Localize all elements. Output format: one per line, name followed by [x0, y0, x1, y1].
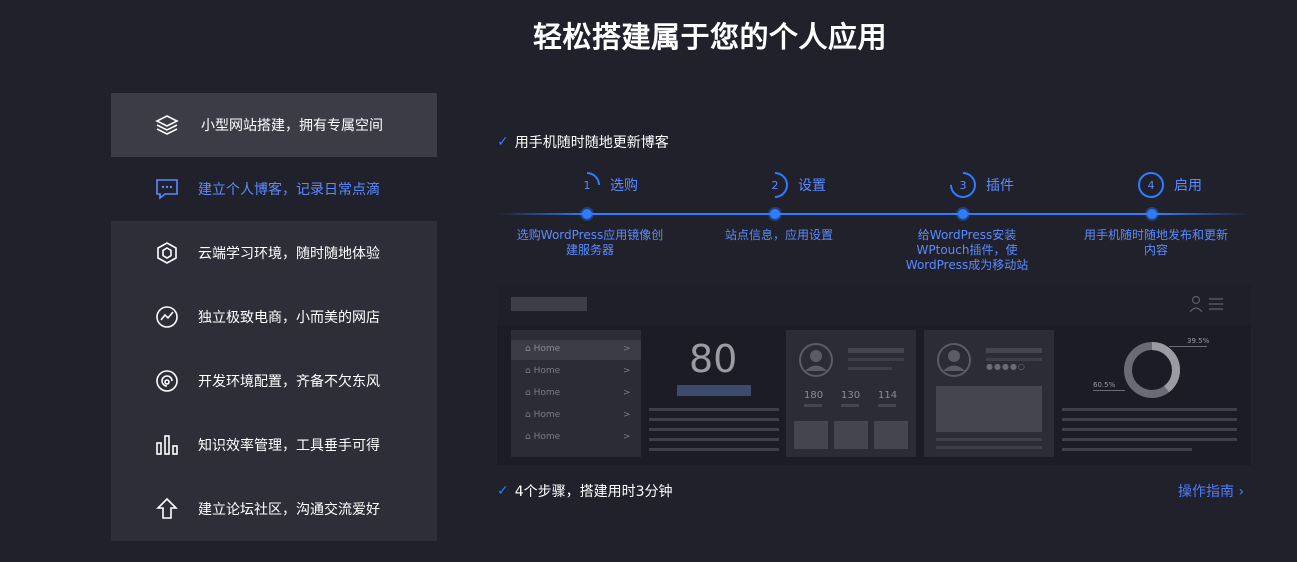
- mock-stat: 130: [841, 390, 861, 401]
- menu-item-label: 云端学习环境，随时随地体验: [198, 246, 380, 262]
- step-label: 选购: [610, 178, 638, 194]
- mock-title-bar: [511, 297, 587, 311]
- user-menu-icon: [1189, 295, 1223, 313]
- avatar-icon: [937, 343, 971, 377]
- menu-item-blog[interactable]: 建立个人博客，记录日常点滴: [111, 157, 437, 221]
- step-label: 插件: [986, 178, 1014, 194]
- menu-item-label: 独立极致电商，小而美的网店: [198, 310, 380, 326]
- chevron-right-icon: >: [623, 410, 631, 420]
- mock-percent-label: 60.5%: [1093, 381, 1116, 389]
- menu-item-small-website[interactable]: 小型网站搭建，拥有专属空间: [111, 93, 437, 157]
- page-title: 轻松搭建属于您的个人应用: [532, 20, 887, 54]
- mock-profile-card: ●●●●○: [924, 330, 1054, 457]
- mock-profile-card: 180 130 114: [786, 330, 916, 457]
- timeline-line: [497, 213, 1249, 215]
- chevron-right-icon: >: [623, 388, 631, 398]
- mock-stat: 114: [878, 390, 898, 401]
- step-1: 1 选购: [568, 166, 638, 204]
- mock-big-number: 80: [689, 337, 738, 381]
- menu-item-ecommerce[interactable]: 独立极致电商，小而美的网店: [111, 285, 437, 349]
- timeline-dot: [582, 209, 592, 219]
- step-3: 3 插件: [944, 166, 1014, 204]
- step-label: 设置: [798, 178, 826, 194]
- chevron-right-icon: >: [623, 432, 631, 442]
- chevron-right-icon: >: [623, 366, 631, 376]
- mock-nav-card: ⌂ Home > ⌂ Home > ⌂ Home > ⌂ Home > ⌂ Ho…: [511, 330, 641, 457]
- panel-headline: ✓ 用手机随时随地更新博客: [497, 134, 669, 151]
- chevron-right-icon: >: [623, 344, 631, 354]
- mock-topbar: [497, 285, 1251, 325]
- step-number-circle: 2: [756, 166, 794, 204]
- step-number-circle: 1: [568, 166, 606, 204]
- menu-item-dev-env[interactable]: 开发环境配置，齐备不欠东风: [111, 349, 437, 413]
- step-4: 4 启用: [1138, 171, 1202, 199]
- steps-summary: ✓ 4个步骤，搭建用时3分钟: [497, 483, 673, 500]
- mock-nav-item: ⌂ Home: [525, 344, 561, 354]
- bar-chart-icon: [156, 435, 178, 455]
- menu-item-label: 开发环境配置，齐备不欠东风: [198, 374, 380, 390]
- layers-icon: [155, 115, 179, 135]
- step-description: 用手机随时随地发布和更新内容: [1083, 228, 1228, 257]
- step-label: 启用: [1174, 178, 1202, 194]
- menu-item-label: 小型网站搭建，拥有专属空间: [201, 118, 383, 134]
- hexagon-cloud-icon: [157, 242, 177, 264]
- mock-donut-chart: [1124, 342, 1180, 398]
- step-description: 给WordPress安装WPtouch插件，使WordPress成为移动站: [905, 228, 1029, 272]
- step-number-circle: 4: [1138, 172, 1164, 198]
- step-description: 选购WordPress应用镜像创建服务器: [516, 228, 664, 257]
- menu-item-label: 知识效率管理，工具垂手可得: [198, 438, 380, 454]
- upload-arrow-icon: [156, 497, 178, 519]
- step-number-circle: 3: [944, 166, 982, 204]
- trend-circle-icon: [156, 306, 178, 328]
- menu-item-knowledge[interactable]: 知识效率管理，工具垂手可得: [111, 413, 437, 477]
- mock-nav-item: ⌂ Home: [525, 432, 561, 442]
- mock-nav-item: ⌂ Home: [525, 388, 561, 398]
- scenario-menu: 小型网站搭建，拥有专属空间 建立个人博客，记录日常点滴 云端学习环境，随时随地体…: [111, 93, 437, 541]
- step-description: 站点信息，应用设置: [724, 228, 833, 242]
- mock-highlight-bar: [677, 385, 751, 396]
- rating-stars-icon: ●●●●○: [986, 362, 1026, 371]
- checkmark-icon: ✓: [497, 134, 509, 150]
- timeline-dot: [770, 209, 780, 219]
- dashboard-illustration: ⌂ Home > ⌂ Home > ⌂ Home > ⌂ Home > ⌂ Ho…: [497, 285, 1251, 465]
- chevron-right-icon: ›: [1238, 484, 1245, 500]
- menu-item-forum[interactable]: 建立论坛社区，沟通交流爱好: [111, 477, 437, 541]
- mock-percent-label: 39.5%: [1187, 337, 1210, 345]
- mock-stat: 180: [804, 390, 824, 401]
- checkmark-icon: ✓: [497, 483, 509, 499]
- avatar-icon: [799, 343, 833, 377]
- timeline-dot: [958, 209, 968, 219]
- step-2: 2 设置: [756, 166, 826, 204]
- guide-link[interactable]: 操作指南 ›: [1178, 481, 1244, 501]
- menu-item-label: 建立个人博客，记录日常点滴: [198, 182, 380, 198]
- timeline-dot: [1147, 209, 1157, 219]
- mock-nav-item: ⌂ Home: [525, 366, 561, 376]
- spiral-icon: [156, 370, 178, 392]
- chat-bubble-icon: [156, 179, 178, 200]
- mock-nav-item: ⌂ Home: [525, 410, 561, 420]
- menu-item-label: 建立论坛社区，沟通交流爱好: [198, 502, 380, 518]
- menu-item-cloud-learning[interactable]: 云端学习环境，随时随地体验: [111, 221, 437, 285]
